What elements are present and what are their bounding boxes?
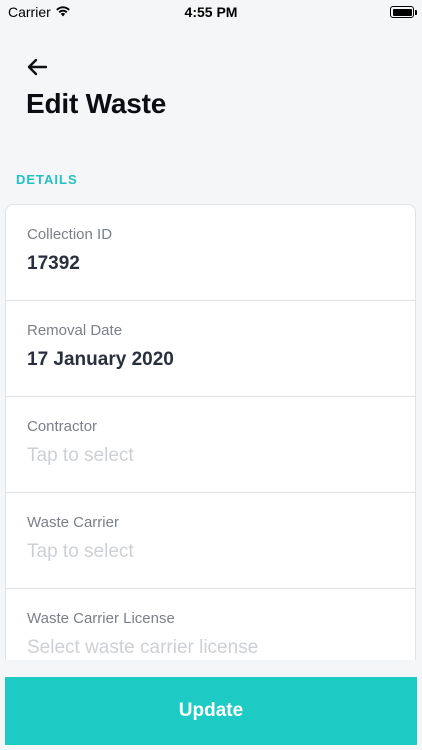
field-label: Waste Carrier <box>27 514 119 531</box>
collection-id-field[interactable]: Collection ID 17392 <box>6 205 415 301</box>
battery-fill <box>392 8 412 16</box>
header: Edit Waste <box>0 24 422 140</box>
update-button[interactable]: Update <box>5 677 417 745</box>
field-label: Removal Date <box>27 322 123 339</box>
status-bar: Carrier 4:55 PM <box>0 0 422 24</box>
field-value: 17392 <box>27 253 80 274</box>
arrow-left-icon <box>26 58 48 81</box>
waste-carrier-field[interactable]: Waste Carrier Tap to select <box>6 493 415 589</box>
field-label: Collection ID <box>27 226 113 243</box>
details-card: Collection ID 17392 Removal Date 17 Janu… <box>5 204 416 674</box>
wifi-icon <box>55 4 71 20</box>
removal-date-field[interactable]: Removal Date 17 January 2020 <box>6 301 415 397</box>
field-placeholder: Tap to select <box>27 445 134 466</box>
section-label-details: DETAILS <box>16 172 78 187</box>
field-label: Contractor <box>27 418 98 435</box>
back-button[interactable] <box>22 56 52 82</box>
field-placeholder: Select waste carrier license <box>27 637 259 658</box>
battery-icon <box>390 6 417 18</box>
field-placeholder: Tap to select <box>27 541 134 562</box>
status-left: Carrier <box>8 4 71 20</box>
field-label: Waste Carrier License <box>27 610 175 627</box>
field-value: 17 January 2020 <box>27 349 174 370</box>
contractor-field[interactable]: Contractor Tap to select <box>6 397 415 493</box>
carrier-label: Carrier <box>8 4 51 20</box>
page-title: Edit Waste <box>26 88 167 119</box>
